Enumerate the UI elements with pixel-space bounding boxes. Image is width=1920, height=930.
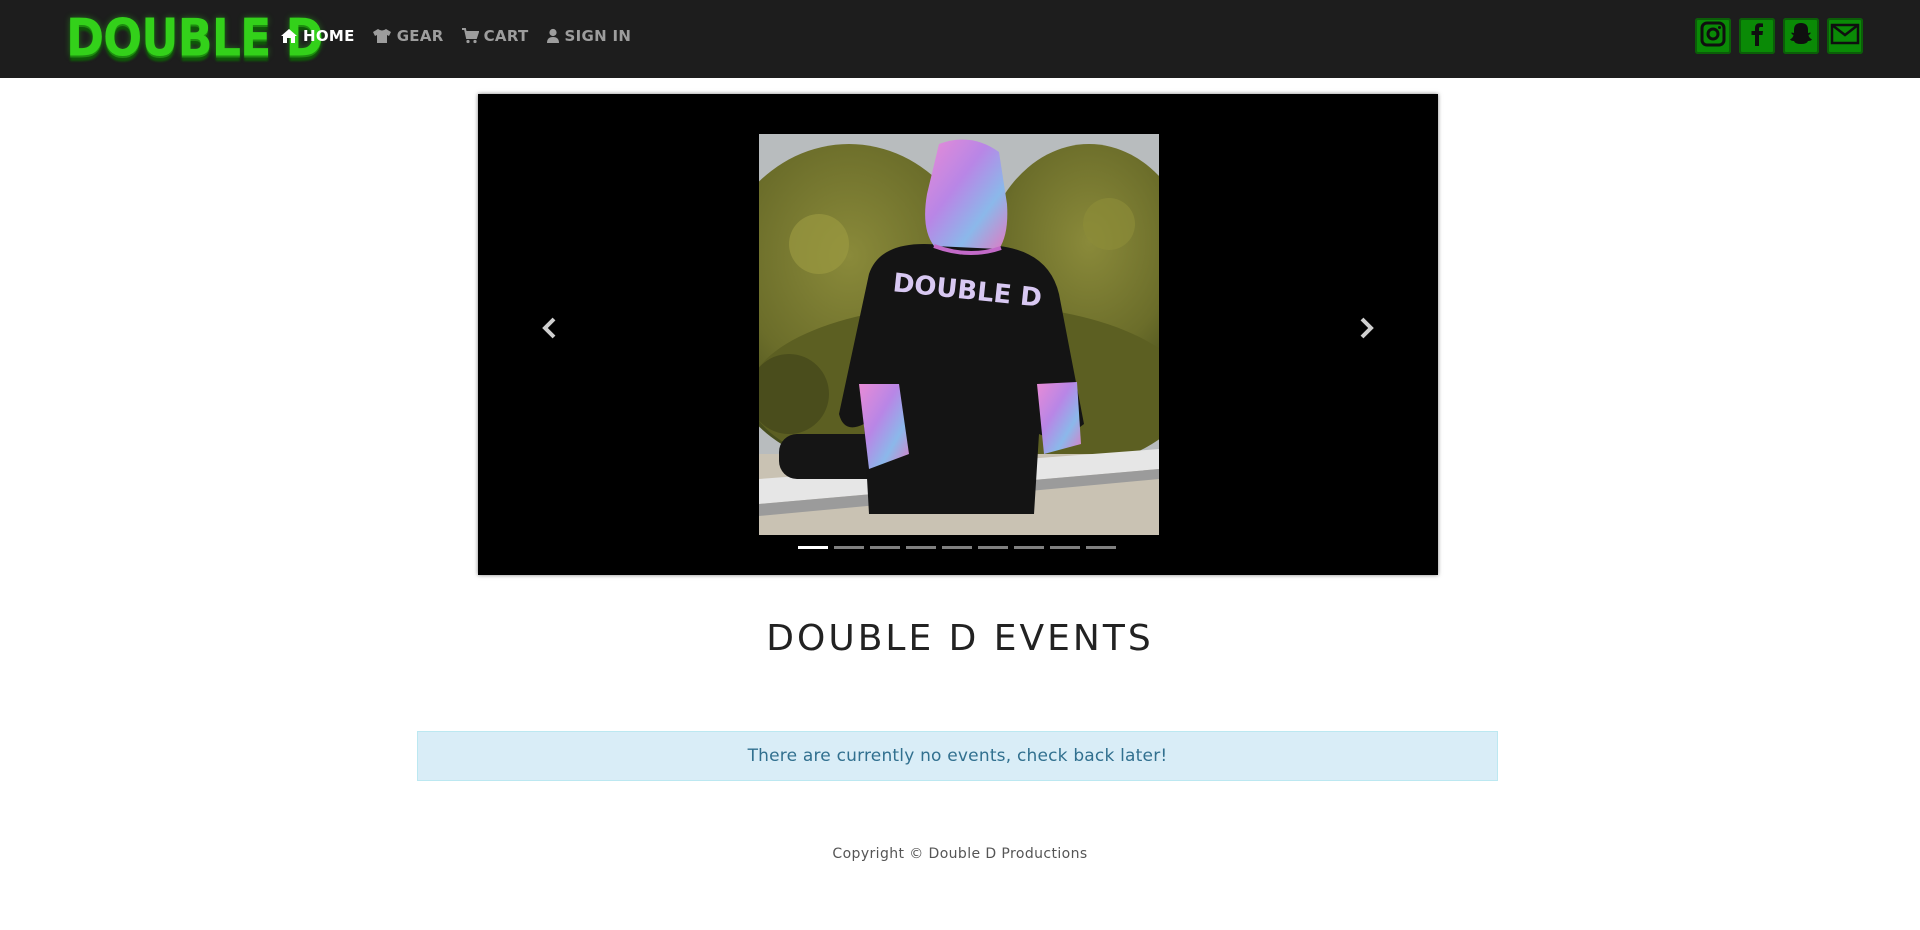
carousel-prev-button[interactable]	[538, 316, 562, 340]
main-nav: HOME GEAR CART SIGN IN	[280, 0, 631, 72]
nav-item-sign-in[interactable]: SIGN IN	[546, 27, 632, 45]
nav-item-label: CART	[483, 27, 529, 45]
nav-item-label: SIGN IN	[564, 27, 632, 45]
carousel-indicator[interactable]	[1086, 546, 1116, 549]
chevron-right-icon	[1354, 317, 1378, 344]
no-events-alert: There are currently no events, check bac…	[417, 731, 1498, 781]
tshirt-icon	[372, 28, 392, 44]
facebook-icon	[1743, 20, 1771, 52]
nav-item-gear[interactable]: GEAR	[372, 27, 444, 45]
snapchat-link[interactable]	[1783, 18, 1819, 54]
carousel-indicator[interactable]	[978, 546, 1008, 549]
home-icon	[280, 28, 298, 44]
cart-icon	[461, 28, 479, 44]
chevron-left-icon	[538, 317, 562, 344]
mail-link[interactable]	[1827, 18, 1863, 54]
carousel-indicator[interactable]	[834, 546, 864, 549]
carousel-indicator[interactable]	[870, 546, 900, 549]
facebook-link[interactable]	[1739, 18, 1775, 54]
nav-item-label: GEAR	[396, 27, 444, 45]
carousel-indicator[interactable]	[1014, 546, 1044, 549]
nav-item-cart[interactable]: CART	[461, 27, 529, 45]
instagram-icon	[1699, 20, 1727, 52]
carousel-indicator[interactable]	[798, 546, 828, 549]
carousel-indicator[interactable]	[906, 546, 936, 549]
navbar: DOUBLE D HOME GEAR CART SIGN IN	[0, 0, 1920, 78]
instagram-link[interactable]	[1695, 18, 1731, 54]
user-icon	[546, 28, 560, 44]
page-title: DOUBLE D EVENTS	[766, 618, 1154, 659]
image-carousel: DOUBLE D	[478, 94, 1438, 575]
snapchat-icon	[1787, 20, 1815, 52]
nav-item-label: HOME	[303, 27, 355, 45]
nav-item-home[interactable]: HOME	[280, 27, 355, 45]
social-links	[1695, 18, 1863, 54]
mail-icon	[1830, 22, 1860, 50]
carousel-indicators	[798, 546, 1116, 549]
carousel-slide-image: DOUBLE D	[759, 134, 1159, 535]
carousel-indicator[interactable]	[1050, 546, 1080, 549]
carousel-next-button[interactable]	[1354, 316, 1378, 340]
carousel-indicator[interactable]	[942, 546, 972, 549]
footer-copyright: Copyright © Double D Productions	[832, 846, 1088, 862]
